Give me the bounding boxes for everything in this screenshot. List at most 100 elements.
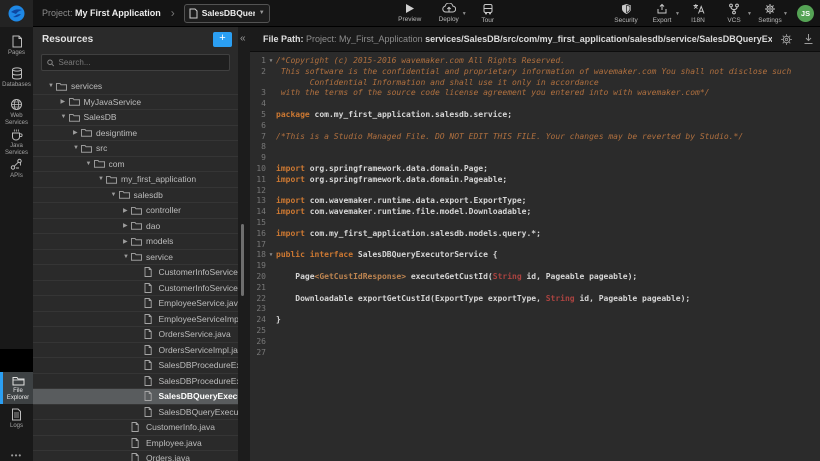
chevron-right-icon[interactable]: ▶ bbox=[73, 129, 81, 136]
sidebar-item-web-services[interactable]: Web Services bbox=[0, 98, 33, 126]
chevron-right-icon[interactable]: ▶ bbox=[61, 98, 69, 105]
i18n-button[interactable]: I18N bbox=[685, 3, 711, 24]
code-text[interactable]: with the terms of the source code licens… bbox=[276, 88, 820, 99]
vcs-button[interactable]: VCS ▼ bbox=[721, 3, 747, 24]
code-text[interactable]: public interface SalesDBQueryExecutorSer… bbox=[276, 250, 820, 261]
code-text[interactable] bbox=[276, 186, 820, 197]
tree-item-services[interactable]: ▼services bbox=[33, 79, 238, 95]
chevron-down-icon[interactable]: ▼ bbox=[73, 145, 81, 151]
tree-item-salesdbqueryexecutorservice-java[interactable]: SalesDBQueryExecutorService.java bbox=[33, 389, 238, 405]
code-text[interactable] bbox=[276, 348, 820, 359]
collapse-panel-icon[interactable]: « bbox=[240, 33, 246, 44]
chevron-down-icon[interactable]: ▼ bbox=[123, 254, 131, 260]
code-text[interactable] bbox=[276, 240, 820, 251]
tree-item-designtime[interactable]: ▶designtime bbox=[33, 126, 238, 142]
chevron-right-icon[interactable]: ▶ bbox=[123, 222, 131, 229]
code-text[interactable] bbox=[276, 153, 820, 164]
tree-item-ordersservice-java[interactable]: OrdersService.java bbox=[33, 327, 238, 343]
fold-caret-icon[interactable]: ▼ bbox=[266, 56, 276, 67]
resources-search-box[interactable] bbox=[41, 54, 230, 71]
file-icon bbox=[144, 329, 152, 339]
tree-item-employeeservice-java[interactable]: EmployeeService.java bbox=[33, 296, 238, 312]
code-text[interactable]: /*Copyright (c) 2015-2016 wavemaker.com … bbox=[276, 56, 820, 67]
sidebar-item-logs[interactable]: Logs bbox=[0, 408, 33, 430]
chevron-down-icon[interactable]: ▼ bbox=[48, 83, 56, 89]
code-text[interactable]: Confidential Information and shall use i… bbox=[276, 78, 820, 89]
code-text[interactable]: import com.my_first_application.salesdb.… bbox=[276, 229, 820, 240]
code-text[interactable]: package com.my_first_application.salesdb… bbox=[276, 110, 820, 121]
tree-item-models[interactable]: ▶models bbox=[33, 234, 238, 250]
preview-label: Preview bbox=[398, 16, 421, 23]
sidebar-item-pages[interactable]: Pages bbox=[0, 35, 33, 57]
tree-item-com[interactable]: ▼com bbox=[33, 157, 238, 173]
code-content[interactable]: 1▼/*Copyright (c) 2015-2016 wavemaker.co… bbox=[250, 52, 820, 358]
tree-item-employee-java[interactable]: Employee.java bbox=[33, 436, 238, 452]
tour-button[interactable]: Tour bbox=[475, 3, 501, 24]
tree-item-my-first-application[interactable]: ▼my_first_application bbox=[33, 172, 238, 188]
open-file-dropdown[interactable]: SalesDBQueryExec... ▼ bbox=[184, 4, 270, 23]
export-button[interactable]: Export ▼ bbox=[649, 3, 675, 24]
resources-title: Resources bbox=[42, 34, 213, 45]
settings-button[interactable]: Settings ▼ bbox=[757, 3, 783, 24]
code-text[interactable] bbox=[276, 121, 820, 132]
tree-item-ordersserviceimpl-java[interactable]: OrdersServiceImpl.java bbox=[33, 343, 238, 359]
code-text[interactable]: } bbox=[276, 315, 820, 326]
wavemaker-logo[interactable] bbox=[0, 0, 33, 27]
search-input[interactable] bbox=[58, 58, 224, 67]
code-text[interactable] bbox=[276, 337, 820, 348]
chevron-right-icon[interactable]: ▶ bbox=[123, 207, 131, 214]
code-text[interactable] bbox=[276, 304, 820, 315]
tree-item-src[interactable]: ▼src bbox=[33, 141, 238, 157]
code-text[interactable] bbox=[276, 99, 820, 110]
tree-item-salesdbprocedureexecutorservice-java[interactable]: SalesDBProcedureExecutorService.java bbox=[33, 358, 238, 374]
code-text[interactable]: import com.wavemaker.runtime.file.model.… bbox=[276, 207, 820, 218]
tree-item-salesdbqueryexecutorserviceimpl-java[interactable]: SalesDBQueryExecutorServiceImpl.java bbox=[33, 405, 238, 421]
sidebar-item-java-services[interactable]: Java Services bbox=[0, 128, 33, 156]
chevron-down-icon[interactable]: ▼ bbox=[86, 161, 94, 167]
tree-item-employeeserviceimpl-java[interactable]: EmployeeServiceImpl.java bbox=[33, 312, 238, 328]
tree-item-orders-java[interactable]: Orders.java bbox=[33, 451, 238, 461]
preview-button[interactable]: Preview bbox=[397, 3, 423, 24]
chevron-down-icon[interactable]: ▼ bbox=[111, 192, 119, 198]
code-text[interactable] bbox=[276, 326, 820, 337]
breadcrumb-chevron-icon: › bbox=[171, 8, 175, 18]
code-text[interactable] bbox=[276, 218, 820, 229]
download-file-icon[interactable] bbox=[803, 33, 814, 45]
tree-item-myjavaservice[interactable]: ▶MyJavaService bbox=[33, 95, 238, 111]
chevron-down-icon[interactable]: ▼ bbox=[98, 176, 106, 182]
code-text[interactable]: Downloadable exportGetCustId(ExportType … bbox=[276, 294, 820, 305]
code-text[interactable] bbox=[276, 261, 820, 272]
chevron-right-icon[interactable]: ▶ bbox=[123, 238, 131, 245]
chevron-down-icon[interactable]: ▼ bbox=[61, 114, 69, 120]
tree-item-salesdb[interactable]: ▼SalesDB bbox=[33, 110, 238, 126]
tree-item-salesdb[interactable]: ▼salesdb bbox=[33, 188, 238, 204]
tree-scrollbar[interactable] bbox=[241, 224, 244, 296]
fold-spacer bbox=[266, 186, 276, 197]
sidebar-item-apis[interactable]: APIs bbox=[0, 158, 33, 180]
sidebar-item-file-explorer[interactable]: File Explorer bbox=[0, 372, 33, 404]
code-text[interactable]: This software is the confidential and pr… bbox=[276, 67, 820, 78]
code-text[interactable]: import org.springframework.data.domain.P… bbox=[276, 175, 820, 186]
tree-item-service[interactable]: ▼service bbox=[33, 250, 238, 266]
sidebar-item-databases[interactable]: Databases bbox=[0, 67, 33, 89]
deploy-button[interactable]: Deploy ▼ bbox=[436, 3, 462, 24]
code-text[interactable]: import com.wavemaker.runtime.data.export… bbox=[276, 196, 820, 207]
more-options-icon[interactable]: ••• bbox=[0, 451, 33, 460]
add-resource-button[interactable]: + bbox=[213, 32, 232, 47]
chevron-down-icon: ▼ bbox=[675, 11, 680, 17]
tree-item-customerinfoservice-java[interactable]: CustomerInfoService.java bbox=[33, 265, 238, 281]
tree-item-customerinfoserviceimpl-java[interactable]: CustomerInfoServiceImpl.java bbox=[33, 281, 238, 297]
tree-item-dao[interactable]: ▶dao bbox=[33, 219, 238, 235]
editor-settings-gear-icon[interactable] bbox=[780, 33, 793, 46]
code-text[interactable] bbox=[276, 142, 820, 153]
tree-item-customerinfo-java[interactable]: CustomerInfo.java bbox=[33, 420, 238, 436]
security-button[interactable]: Security bbox=[613, 3, 639, 24]
tree-item-salesdbprocedureexecutorserviceimpl-java[interactable]: SalesDBProcedureExecutorServiceImpl.java bbox=[33, 374, 238, 390]
code-text[interactable] bbox=[276, 283, 820, 294]
code-text[interactable]: /*This is a Studio Managed File. DO NOT … bbox=[276, 132, 820, 143]
code-text[interactable]: Page<GetCustIdResponse> executeGetCustId… bbox=[276, 272, 820, 283]
user-avatar[interactable]: JS bbox=[797, 5, 814, 22]
code-text[interactable]: import org.springframework.data.domain.P… bbox=[276, 164, 820, 175]
tree-item-controller[interactable]: ▶controller bbox=[33, 203, 238, 219]
fold-caret-icon[interactable]: ▼ bbox=[266, 250, 276, 261]
